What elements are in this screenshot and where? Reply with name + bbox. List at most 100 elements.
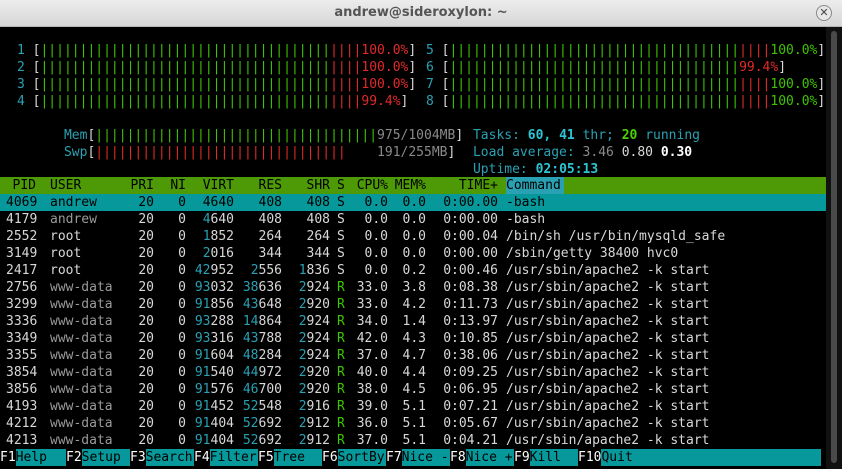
column-header-user[interactable]: USER bbox=[50, 177, 120, 194]
cell-s: S bbox=[337, 195, 345, 210]
process-row[interactable]: 3149 root 20 0 2016 344 344 S 0.0 0.0 0:00.00/sbin… bbox=[0, 245, 826, 262]
cell-time: 0:38.06 bbox=[443, 348, 498, 363]
column-header-ni[interactable]: NI bbox=[158, 177, 186, 194]
process-row[interactable]: 3355 www-data 20 0 91604 48284 2924 R 37.0 4.7 0:3… bbox=[0, 347, 826, 364]
uptime: Uptime: 02:05:13 bbox=[426, 144, 598, 177]
cell-user: www-data bbox=[50, 331, 113, 346]
titlebar[interactable]: andrew@sideroxylon: ~ ✕ bbox=[0, 0, 842, 27]
column-header-command[interactable]: Command bbox=[506, 177, 564, 194]
cell-pid: 4069 bbox=[6, 195, 38, 210]
column-header-res[interactable]: RES bbox=[240, 177, 282, 194]
cell-shr: 2912 bbox=[298, 433, 330, 448]
process-row[interactable]: 3854 www-data 20 0 91540 44972 2920 R 40.0 4.4 0:0… bbox=[0, 364, 826, 381]
cell-user: www-data bbox=[50, 433, 113, 448]
cell-pid: 4212 bbox=[6, 416, 38, 431]
fkey-f9[interactable]: F9Kill bbox=[514, 449, 579, 466]
cell-res: 14864 bbox=[242, 314, 282, 329]
cell-time: 0:10.85 bbox=[443, 331, 498, 346]
column-header-virt[interactable]: VIRT bbox=[190, 177, 234, 194]
cell-cmd: -bash bbox=[506, 195, 546, 210]
column-header-pid[interactable]: PID bbox=[6, 177, 36, 194]
cell-ni: 0 bbox=[178, 297, 186, 312]
cell-cmd: /usr/sbin/apache2 -k start bbox=[506, 263, 710, 278]
process-row[interactable]: 2756 www-data 20 0 93032 38636 2924 R 33.0 3.8 0:0… bbox=[0, 279, 826, 296]
column-header-s[interactable]: S bbox=[337, 177, 347, 194]
cpu-label: 7 bbox=[426, 77, 434, 92]
close-icon: ✕ bbox=[819, 6, 829, 19]
cell-cpu: 0.0 bbox=[364, 195, 388, 210]
fkey-f7[interactable]: F7Nice - bbox=[386, 449, 451, 466]
cell-shr: 408 bbox=[306, 195, 330, 210]
column-header-cpu[interactable]: CPU% bbox=[352, 177, 388, 194]
cell-virt: 93288 bbox=[194, 314, 234, 329]
cpu-label: 3 bbox=[17, 77, 25, 92]
cpu-meter-2: 2 [|||||||||||||||||||||||||||||||||||||… bbox=[17, 60, 417, 75]
cell-pri: 20 bbox=[138, 212, 154, 227]
load-5: 0.80 bbox=[621, 145, 653, 160]
process-row[interactable]: 3856 www-data 20 0 91576 46700 2920 R 38.0 4.5 0:0… bbox=[0, 381, 826, 398]
cell-shr: 2920 bbox=[298, 382, 330, 397]
scrollbar[interactable] bbox=[826, 27, 842, 469]
fkey-f8[interactable]: F8Nice + bbox=[450, 449, 515, 466]
cpu-percent: 99.4% bbox=[739, 60, 779, 75]
process-row[interactable]: 3336 www-data 20 0 93288 14864 2924 R 34.0 1.4 0:1… bbox=[0, 313, 826, 330]
fkey-f4[interactable]: F4Filter bbox=[194, 449, 259, 466]
cell-res: 43648 bbox=[242, 297, 282, 312]
fkey-f6[interactable]: F6SortBy bbox=[322, 449, 387, 466]
cell-time: 0:07.21 bbox=[443, 399, 498, 414]
cell-cmd: /usr/sbin/apache2 -k start bbox=[506, 280, 710, 295]
cell-mem: 0.0 bbox=[402, 246, 426, 261]
cell-time: 0:00.04 bbox=[443, 229, 498, 244]
process-row[interactable]: 3349 www-data 20 0 93316 43788 2924 R 42.0 4.3 0:1… bbox=[0, 330, 826, 347]
column-header-pri[interactable]: PRI bbox=[122, 177, 154, 194]
window-title: andrew@sideroxylon: ~ bbox=[334, 5, 508, 20]
fkey-f2[interactable]: F2Setup bbox=[66, 449, 131, 466]
cpu-label: 4 bbox=[17, 94, 25, 109]
cpu-label: 2 bbox=[17, 60, 25, 75]
process-row[interactable]: 4193 www-data 20 0 91452 52548 2916 R 39.0 5.1 0:0… bbox=[0, 398, 826, 415]
cell-virt: 91404 bbox=[194, 433, 234, 448]
cell-s: R bbox=[337, 331, 345, 346]
htop-screen[interactable]: 1 [|||||||||||||||||||||||||||||||||||||… bbox=[0, 27, 826, 469]
cell-virt: 91604 bbox=[194, 348, 234, 363]
process-row[interactable]: 3299 www-data 20 0 91856 43648 2920 R 33.0 4.2 0:1… bbox=[0, 296, 826, 313]
column-header-time[interactable]: TIME+ bbox=[432, 177, 498, 194]
process-row[interactable]: 4069 andrew 20 0 4640 408 408 S 0.0 0.0 0:00.00 -ba… bbox=[0, 194, 826, 211]
fkey-f1[interactable]: F1Help bbox=[0, 449, 67, 466]
cell-ni: 0 bbox=[178, 331, 186, 346]
fkey-f5[interactable]: F5Tree bbox=[258, 449, 323, 466]
cell-time: 0:05.67 bbox=[443, 416, 498, 431]
fkey-key: F2 bbox=[66, 450, 82, 465]
cell-pri: 20 bbox=[138, 399, 154, 414]
uptime-value: 02:05:13 bbox=[535, 162, 599, 177]
column-header-shr[interactable]: SHR bbox=[288, 177, 330, 194]
cell-ni: 0 bbox=[178, 195, 186, 210]
cell-pid: 2417 bbox=[6, 263, 38, 278]
cell-s: R bbox=[337, 297, 345, 312]
process-row[interactable]: 2552 root 20 0 1852 264 264 S 0.0 0.0 0:00.04/bin/… bbox=[0, 228, 826, 245]
cpu-percent: 99.4% bbox=[361, 94, 401, 109]
cell-cmd: /usr/sbin/apache2 -k start bbox=[506, 416, 710, 431]
cell-ni: 0 bbox=[178, 246, 186, 261]
load-average: Load average: 3.46 0.80 0.30 bbox=[426, 127, 692, 160]
close-button[interactable]: ✕ bbox=[816, 5, 832, 21]
column-header-mem[interactable]: MEM% bbox=[392, 177, 426, 194]
fkey-f10[interactable]: F10Quit bbox=[578, 449, 822, 466]
cell-time: 0:00.00 bbox=[443, 195, 498, 210]
process-row[interactable]: 4212 www-data 20 0 91404 52692 2912 R 36.0 5.1 0:0… bbox=[0, 415, 826, 432]
cell-virt: 4640 bbox=[202, 212, 234, 227]
cpu-meter-3: 3 [|||||||||||||||||||||||||||||||||||||… bbox=[17, 77, 417, 92]
process-row[interactable]: 2417 root 20 0 42952 2556 1836 S 0.0 0.2 0:00.46/u… bbox=[0, 262, 826, 279]
cell-ni: 0 bbox=[178, 348, 186, 363]
scrollbar-thumb[interactable] bbox=[831, 31, 837, 463]
cell-shr: 408 bbox=[306, 212, 330, 227]
cell-pid: 2552 bbox=[6, 229, 38, 244]
cell-res: 52692 bbox=[242, 433, 282, 448]
process-row[interactable]: 4213 www-data 20 0 91404 52692 2912 R 37.0 5.1 0:0… bbox=[0, 432, 826, 449]
cell-shr: 2924 bbox=[298, 314, 330, 329]
cell-mem: 1.4 bbox=[402, 314, 426, 329]
cell-user: root bbox=[50, 229, 82, 244]
fkey-label: Help bbox=[15, 449, 67, 466]
process-row[interactable]: 4179 andrew 20 0 4640 408 408 S 0.0 0.0 0:00.00 -ba… bbox=[0, 211, 826, 228]
fkey-f3[interactable]: F3Search bbox=[130, 449, 195, 466]
